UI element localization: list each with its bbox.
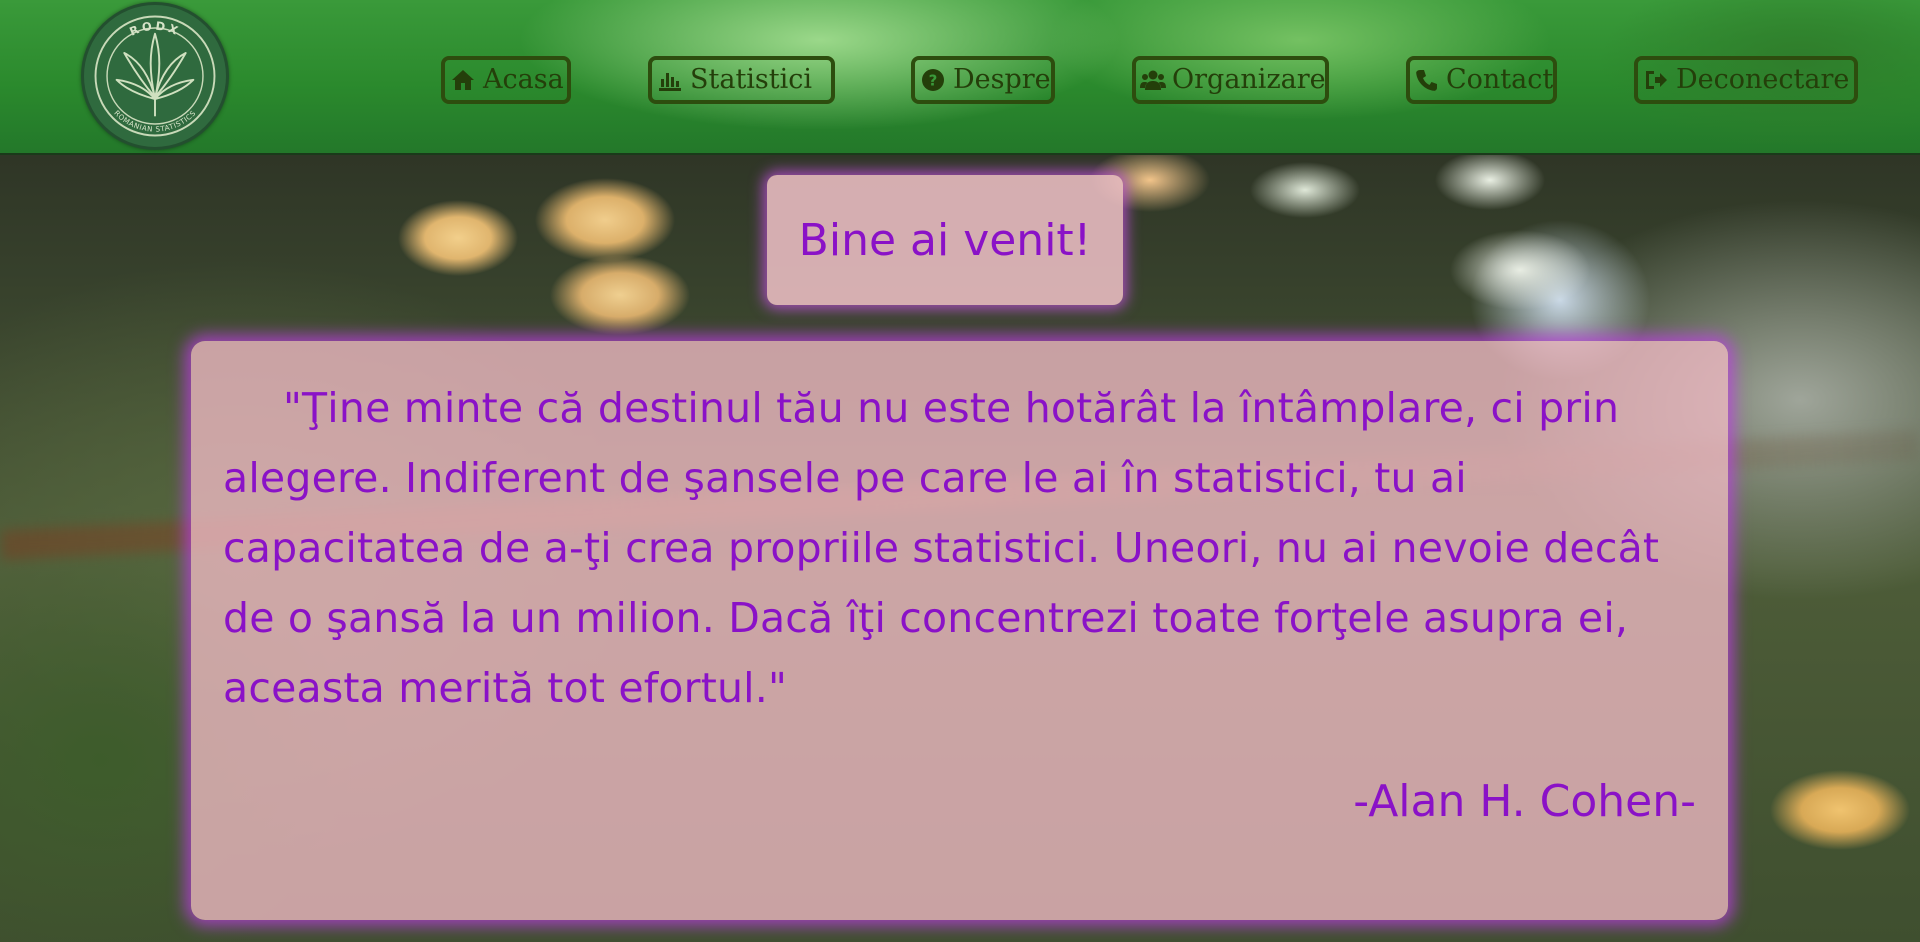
sign-out-icon bbox=[1642, 66, 1670, 94]
nav-organization-label: Organizare bbox=[1172, 64, 1326, 95]
nav-home-button[interactable]: Acasa bbox=[441, 56, 571, 104]
home-icon bbox=[449, 66, 477, 94]
leaf-icon: RODX ROMANIAN STATISTICS bbox=[94, 15, 216, 137]
nav-logout-button[interactable]: Deconectare bbox=[1634, 56, 1858, 104]
svg-text:?: ? bbox=[929, 72, 938, 90]
nav-about-button[interactable]: ? Despre bbox=[911, 56, 1055, 104]
header-bar: RODX ROMANIAN STATISTICS Acasa Statistic… bbox=[0, 0, 1920, 155]
nav-contact-button[interactable]: Contact bbox=[1406, 56, 1557, 104]
welcome-banner: Bine ai venit! bbox=[767, 175, 1123, 305]
nav-contact-label: Contact bbox=[1446, 64, 1554, 95]
quote-author: -Alan H. Cohen- bbox=[1353, 776, 1696, 827]
nav-organization-button[interactable]: Organizare bbox=[1132, 56, 1329, 104]
nav-logout-label: Deconectare bbox=[1676, 64, 1850, 95]
welcome-text: Bine ai venit! bbox=[798, 214, 1092, 266]
nav-home-label: Acasa bbox=[483, 64, 564, 95]
phone-icon bbox=[1414, 66, 1440, 94]
quote-box: "Ţine minte că destinul tău nu este hotă… bbox=[191, 341, 1728, 920]
site-logo[interactable]: RODX ROMANIAN STATISTICS bbox=[81, 2, 229, 150]
question-circle-icon: ? bbox=[919, 66, 947, 94]
quote-text: "Ţine minte că destinul tău nu este hotă… bbox=[223, 384, 1660, 712]
nav-about-label: Despre bbox=[953, 64, 1051, 95]
users-icon bbox=[1140, 66, 1166, 94]
bar-chart-icon bbox=[656, 66, 684, 94]
nav-statistics-button[interactable]: Statistici bbox=[648, 56, 835, 104]
nav-statistics-label: Statistici bbox=[690, 64, 813, 95]
